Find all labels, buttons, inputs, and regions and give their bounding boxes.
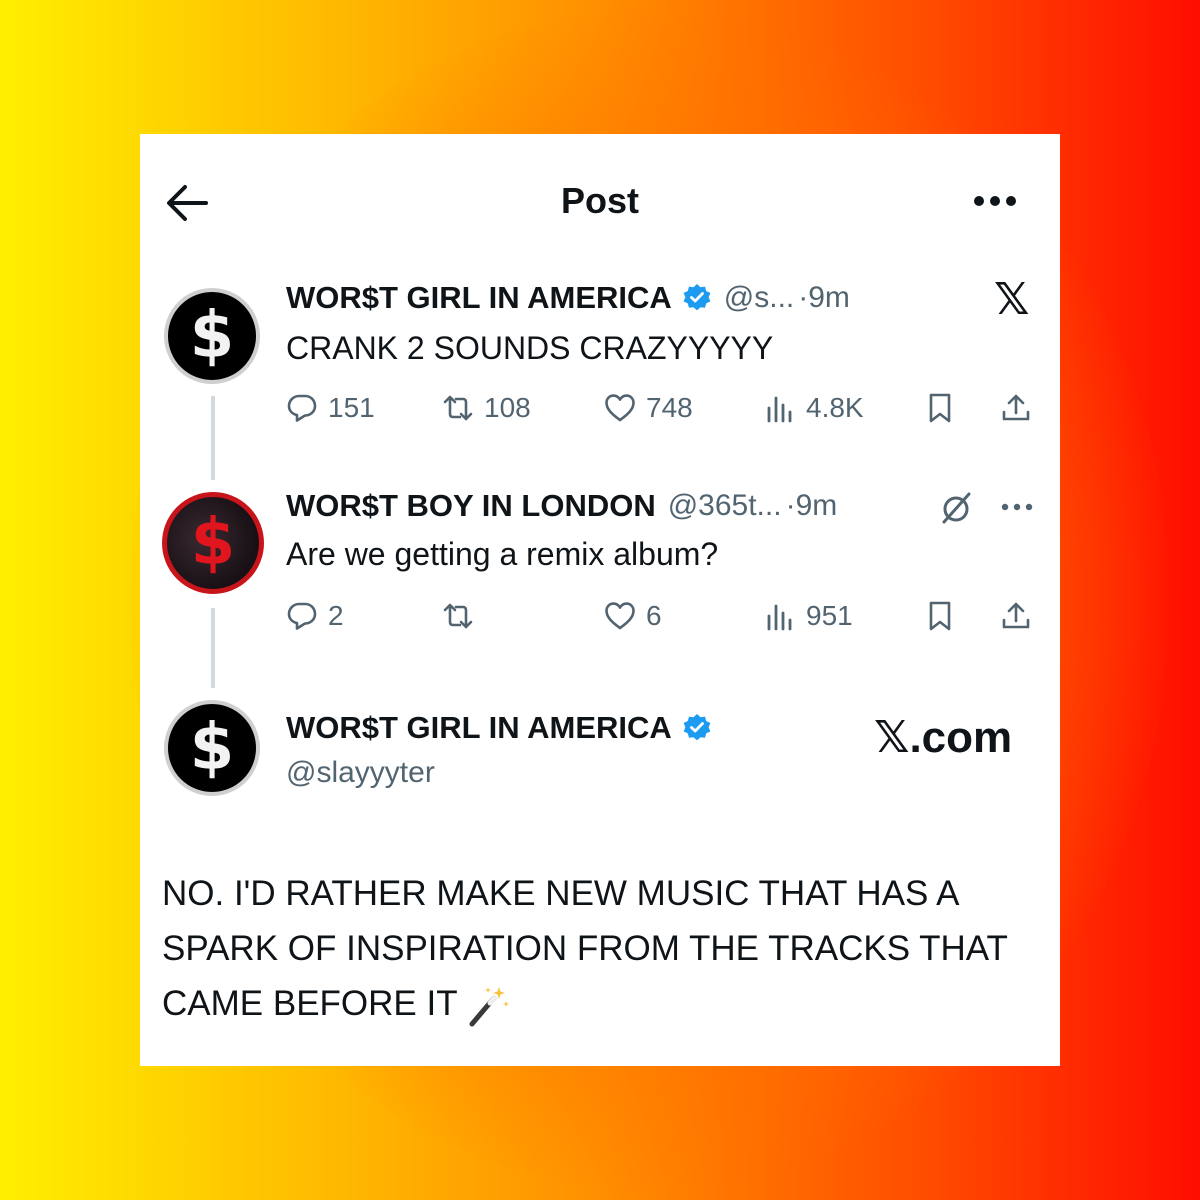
verified-icon (683, 284, 711, 311)
reply-button[interactable]: 151 (286, 392, 375, 424)
repost-count: 108 (484, 392, 531, 423)
views-icon (767, 396, 792, 423)
author-handle[interactable]: @s... (724, 281, 794, 315)
main-post-text: NO. I'D RATHER MAKE NEW MUSIC THAT HAS A… (162, 866, 1042, 1031)
author-name[interactable]: WOR$T BOY IN LONDON (286, 488, 656, 524)
timestamp[interactable]: ·9m (786, 489, 838, 523)
like-button[interactable]: 748 (604, 392, 693, 424)
repost-icon (443, 395, 473, 421)
x-com-logo: 𝕏.com (874, 713, 1013, 762)
like-icon (605, 602, 635, 630)
author-name[interactable]: WOR$T GIRL IN AMERICA (286, 280, 672, 316)
timestamp[interactable]: ·9m (798, 281, 850, 315)
bookmark-icon (929, 393, 951, 423)
share-icon (1002, 602, 1030, 629)
views-count: 4.8K (806, 392, 864, 423)
page-title: Post (560, 180, 639, 221)
reply-icon (287, 602, 317, 630)
x-logo-icon: 𝕏 (994, 275, 1030, 324)
verified-icon (683, 714, 711, 741)
tweet-text: CRANK 2 SOUNDS CRAZYYYYY (286, 330, 774, 366)
author-handle[interactable]: @slayyyter (286, 756, 435, 790)
avatar-glyph: $ (190, 506, 236, 580)
like-count: 6 (646, 600, 662, 631)
views-button[interactable]: 4.8K (764, 392, 864, 424)
views-button[interactable]: 951 (764, 600, 853, 632)
avatar[interactable]: $ (164, 700, 260, 796)
reply-count: 2 (328, 600, 344, 631)
author-handle[interactable]: @365t... (668, 489, 782, 523)
reply-button[interactable]: 2 (286, 600, 344, 632)
views-count: 951 (806, 600, 853, 631)
repost-icon (443, 603, 473, 629)
more-icon[interactable] (1000, 502, 1034, 512)
post-card: Post $ WOR$T GIRL IN AMERICA @s... ·9m 𝕏… (140, 134, 1060, 1066)
avatar-glyph: $ (189, 711, 235, 785)
avatar-glyph: $ (189, 299, 235, 373)
bookmark-icon (929, 601, 951, 631)
avatar[interactable]: $ (162, 492, 264, 594)
tweet-text: Are we getting a remix album? (286, 536, 719, 572)
share-button[interactable] (1000, 392, 1032, 424)
share-icon (1002, 394, 1030, 421)
bookmark-button[interactable] (924, 392, 956, 424)
reply-count: 151 (328, 392, 375, 423)
avatar[interactable]: $ (164, 288, 260, 384)
thread-line (211, 396, 215, 480)
share-button[interactable] (1000, 600, 1032, 632)
like-count: 748 (646, 392, 693, 423)
magic-wand-icon (469, 986, 509, 1027)
repost-button[interactable]: 108 (442, 392, 531, 424)
views-icon (767, 604, 792, 631)
tweet-author-row: WOR$T GIRL IN AMERICA (286, 710, 712, 746)
grok-icon[interactable] (938, 490, 974, 526)
reply-icon (287, 394, 317, 422)
more-icon[interactable] (972, 194, 1018, 208)
tweet-author-row: WOR$T GIRL IN AMERICA @s... ·9m (286, 280, 850, 316)
like-icon (605, 394, 635, 422)
author-name[interactable]: WOR$T GIRL IN AMERICA (286, 710, 672, 746)
thread-line (211, 608, 215, 688)
repost-button[interactable] (442, 600, 474, 632)
post-text: NO. I'D RATHER MAKE NEW MUSIC THAT HAS A… (162, 874, 1008, 1023)
bookmark-button[interactable] (924, 600, 956, 632)
like-button[interactable]: 6 (604, 600, 662, 632)
tweet-author-row: WOR$T BOY IN LONDON @365t... ·9m (286, 488, 837, 524)
